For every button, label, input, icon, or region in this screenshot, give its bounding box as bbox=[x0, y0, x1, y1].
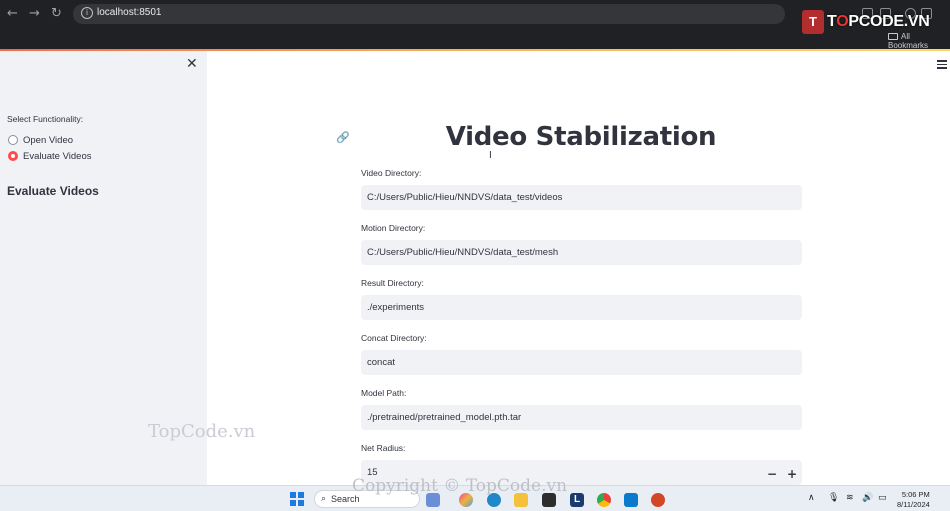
reload-icon[interactable]: ↻ bbox=[51, 6, 62, 21]
result-directory-label: Result Directory: bbox=[361, 278, 424, 288]
concat-directory-input[interactable]: concat bbox=[361, 350, 802, 375]
result-directory-input[interactable]: ./experiments bbox=[361, 295, 802, 320]
radio-button-selected-icon[interactable] bbox=[8, 151, 18, 161]
radio-evaluate-videos[interactable]: Evaluate Videos bbox=[8, 149, 92, 163]
clock-date: 8/11/2024 bbox=[897, 500, 930, 509]
all-bookmarks[interactable]: All Bookmarks bbox=[888, 32, 950, 50]
radio-open-video[interactable]: Open Video bbox=[8, 133, 73, 147]
video-directory-label: Video Directory: bbox=[361, 168, 422, 178]
forward-icon[interactable]: → bbox=[29, 6, 40, 21]
increment-button[interactable]: + bbox=[787, 467, 797, 481]
decrement-button[interactable]: − bbox=[767, 467, 777, 481]
anchor-link-icon[interactable]: 🔗 bbox=[336, 131, 350, 144]
radio-label: Open Video bbox=[23, 134, 74, 146]
close-sidebar-icon[interactable]: ✕ bbox=[186, 56, 198, 72]
sidebar-section-heading: Evaluate Videos bbox=[7, 184, 99, 198]
select-functionality-label: Select Functionality: bbox=[7, 114, 84, 124]
chrome-icon[interactable] bbox=[597, 493, 611, 507]
powerpoint-icon[interactable] bbox=[651, 493, 665, 507]
site-info-icon[interactable]: i bbox=[81, 7, 93, 19]
windows-start-icon[interactable] bbox=[290, 492, 304, 506]
net-radius-label: Net Radius: bbox=[361, 443, 406, 453]
l-app-icon[interactable]: L bbox=[570, 493, 584, 507]
microphone-icon[interactable]: 🎙 bbox=[828, 493, 839, 503]
video-directory-input[interactable]: C:/Users/Public/Hieu/NNDVS/data_test/vid… bbox=[361, 185, 802, 210]
clock-time: 5:06 PM bbox=[901, 490, 930, 499]
page-title: Video Stabilization bbox=[445, 122, 717, 152]
volume-icon[interactable]: 🔊 bbox=[862, 493, 873, 503]
watermark-text: TopCode.vn bbox=[148, 421, 256, 442]
motion-directory-label: Motion Directory: bbox=[361, 223, 426, 233]
back-icon[interactable]: ← bbox=[7, 6, 18, 21]
copyright-watermark: Copyright © TopCode.vn bbox=[352, 476, 568, 496]
folder-icon bbox=[888, 33, 898, 41]
wifi-icon[interactable]: ≋ bbox=[846, 493, 854, 503]
search-icon: ⌕ bbox=[321, 494, 327, 504]
system-clock[interactable]: 5:06 PM 8/11/2024 bbox=[897, 490, 930, 510]
logo-badge: T bbox=[802, 10, 824, 34]
text-cursor-icon: I bbox=[489, 150, 492, 161]
radio-label: Evaluate Videos bbox=[23, 150, 92, 162]
vscode-icon[interactable] bbox=[624, 493, 638, 507]
concat-directory-label: Concat Directory: bbox=[361, 333, 427, 343]
radio-button-icon[interactable] bbox=[8, 135, 18, 145]
address-bar[interactable]: i localhost:8501 bbox=[73, 4, 785, 24]
model-path-input[interactable]: ./pretrained/pretrained_model.pth.tar bbox=[361, 405, 802, 430]
battery-icon[interactable]: ▭ bbox=[878, 493, 887, 503]
logo-text: TOPCODE.VN bbox=[827, 13, 930, 30]
url-text: localhost:8501 bbox=[97, 7, 162, 18]
model-path-label: Model Path: bbox=[361, 388, 407, 398]
topcode-logo: T TOPCODE.VN bbox=[802, 10, 930, 34]
motion-directory-input[interactable]: C:/Users/Public/Hieu/NNDVS/data_test/mes… bbox=[361, 240, 802, 265]
chevron-up-icon[interactable]: ∧ bbox=[808, 493, 815, 503]
main-menu-icon[interactable] bbox=[937, 60, 947, 71]
